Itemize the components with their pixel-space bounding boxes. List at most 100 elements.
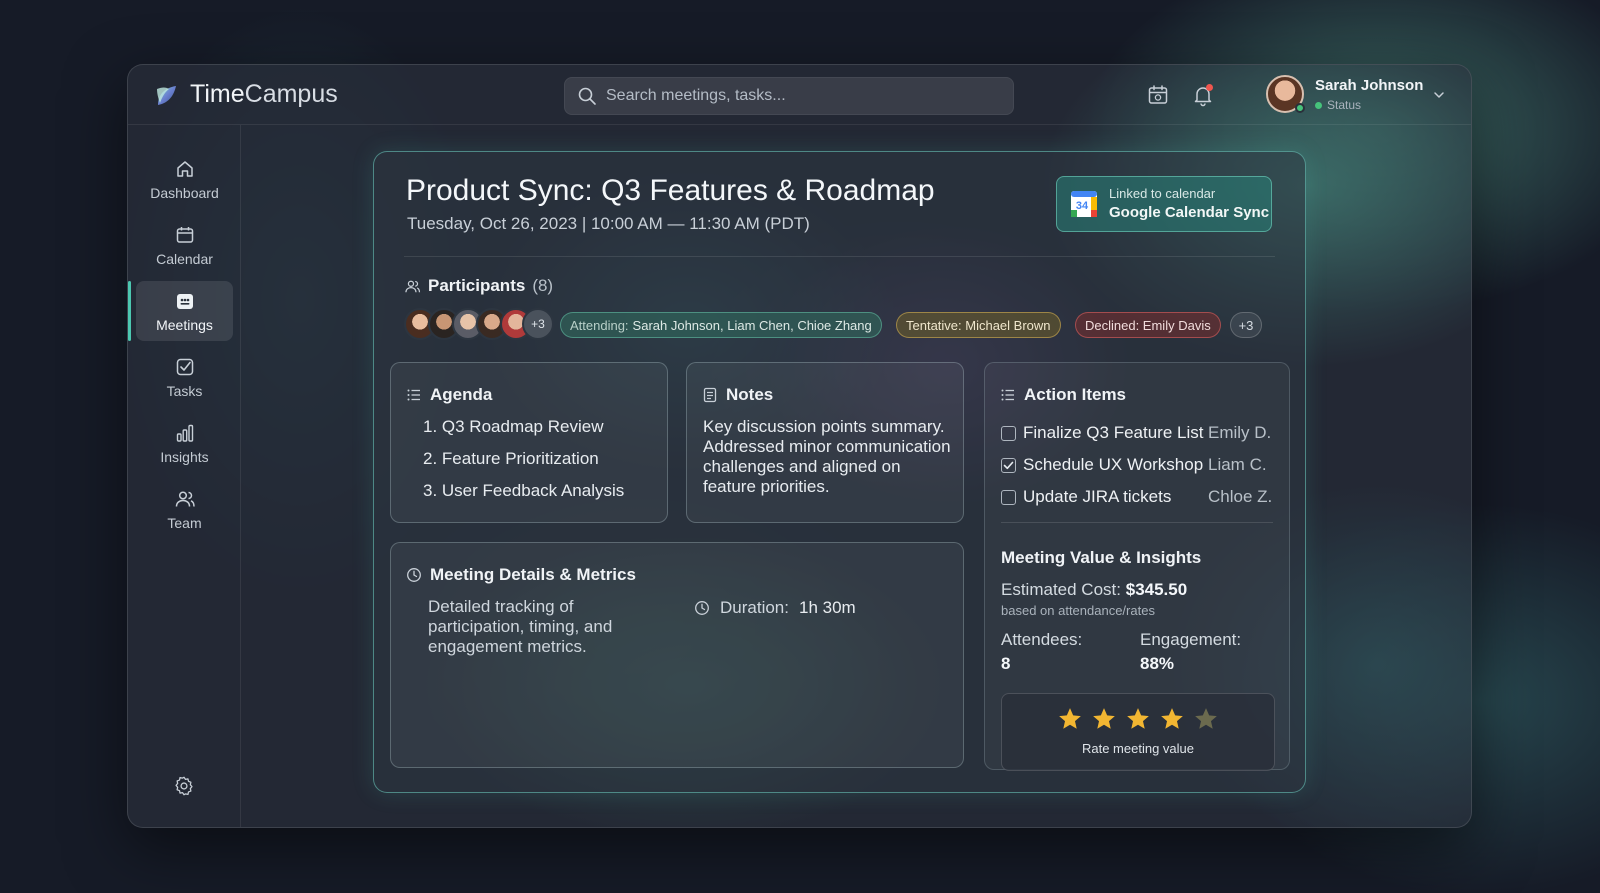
- cost-label: Estimated Cost:: [1001, 580, 1121, 599]
- app-brand[interactable]: TimeCampus: [190, 80, 338, 109]
- sidebar-item-label: Dashboard: [150, 184, 219, 201]
- tentative-pill[interactable]: Tentative: Michael Brown: [896, 312, 1061, 338]
- action-item-checkbox[interactable]: [1001, 425, 1016, 441]
- user-name: Sarah Johnson: [1315, 77, 1424, 94]
- action-items-header: Action Items: [1000, 385, 1126, 405]
- action-item-task: Finalize Q3 Feature List: [1023, 423, 1204, 442]
- attendees-value: 8: [1001, 654, 1011, 673]
- action-item-owner: Chloe Z.: [1208, 487, 1273, 506]
- star-icon[interactable]: [1159, 706, 1185, 732]
- declined-pill[interactable]: Declined: Emily Davis: [1075, 312, 1221, 338]
- action-item-row: Schedule UX Workshop Liam C.: [1001, 449, 1275, 481]
- attending-label: Attending:: [570, 317, 629, 333]
- header-divider: [404, 256, 1275, 257]
- attending-names: Sarah Johnson, Liam Chen, Chioe Zhang: [632, 317, 872, 333]
- agenda-card: Agenda 1. Q3 Roadmap Review 2. Feature P…: [390, 362, 668, 523]
- checkmark-icon: [1003, 461, 1014, 469]
- task-check-icon: [176, 358, 193, 375]
- sidebar-item-dashboard[interactable]: Dashboard: [136, 149, 233, 209]
- notes-title: Notes: [726, 385, 774, 404]
- cost-note: based on attendance/rates: [1001, 603, 1155, 618]
- clock-icon: [407, 568, 421, 582]
- meetings-icon: [176, 293, 193, 309]
- details-header: Meeting Details & Metrics: [406, 565, 636, 585]
- user-status: Status: [1315, 98, 1361, 112]
- calendar-link-caption: Linked to calendar: [1109, 186, 1216, 201]
- app-logo-icon: [157, 86, 176, 105]
- sidebar-item-meetings[interactable]: Meetings: [128, 281, 233, 341]
- details-title: Meeting Details & Metrics: [430, 565, 636, 584]
- agenda-item: 3. User Feedback Analysis: [423, 481, 625, 500]
- document-icon: [703, 387, 717, 403]
- participant-avatars[interactable]: +3: [404, 308, 564, 342]
- section-divider: [1001, 522, 1273, 523]
- sidebar-item-team[interactable]: Team: [136, 479, 233, 539]
- notifications-button[interactable]: [1191, 83, 1215, 107]
- meeting-value-title: Meeting Value & Insights: [1001, 548, 1202, 567]
- online-indicator: [1295, 103, 1305, 113]
- sidebar-item-insights[interactable]: Insights: [136, 413, 233, 473]
- notification-dot: [1206, 84, 1213, 91]
- action-item-row: Finalize Q3 Feature List Emily D.: [1001, 417, 1275, 449]
- duration-label: Duration:: [720, 598, 789, 617]
- clock-icon: [695, 601, 709, 615]
- gear-icon[interactable]: [173, 775, 195, 797]
- action-items-list: Finalize Q3 Feature List Emily D. Schedu…: [1001, 417, 1275, 513]
- agenda-item: 1. Q3 Roadmap Review: [423, 417, 604, 436]
- google-calendar-icon: 34: [1071, 191, 1097, 217]
- sidebar-item-label: Insights: [160, 448, 209, 465]
- user-menu[interactable]: Sarah Johnson Status: [1266, 75, 1451, 115]
- app-window: TimeCampus Sarah Johnson: [127, 64, 1472, 828]
- bar-chart-icon: [176, 424, 193, 442]
- star-icon[interactable]: [1057, 706, 1083, 732]
- chevron-down-icon: [1434, 92, 1444, 98]
- agenda-header: Agenda: [406, 385, 492, 405]
- engagement-label: Engagement:: [1140, 630, 1242, 649]
- duration-metric: Duration: 1h 30m: [694, 598, 856, 618]
- cost-value: $345.50: [1125, 580, 1188, 599]
- meeting-rating: Rate meeting value: [1001, 693, 1275, 771]
- calendar-schedule-icon[interactable]: [1146, 83, 1170, 107]
- search-bar[interactable]: [564, 77, 1014, 115]
- attending-pill[interactable]: Attending: Sarah Johnson, Liam Chen, Chi…: [560, 312, 882, 338]
- action-item-task: Update JIRA tickets: [1023, 487, 1172, 506]
- sidebar-item-label: Meetings: [156, 316, 213, 333]
- star-icon[interactable]: [1091, 706, 1117, 732]
- top-bar: TimeCampus Sarah Johnson: [128, 65, 1471, 125]
- action-item-task: Schedule UX Workshop: [1023, 455, 1204, 474]
- star-rating[interactable]: [1002, 706, 1274, 732]
- action-items-card: Action Items Finalize Q3 Feature List Em…: [984, 362, 1290, 771]
- search-icon: [578, 87, 596, 105]
- action-item-checkbox[interactable]: [1001, 489, 1016, 505]
- attendees-label: Attendees:: [1001, 630, 1083, 649]
- brand-name-rest: Campus: [244, 80, 338, 108]
- action-items-title: Action Items: [1024, 385, 1127, 404]
- calendar-link-title: Google Calendar Sync: [1109, 204, 1270, 221]
- notes-card: Notes Key discussion points summary. Add…: [686, 362, 964, 523]
- action-item-checkbox[interactable]: [1001, 457, 1016, 473]
- duration-value: 1h 30m: [798, 598, 856, 617]
- agenda-item: 2. Feature Prioritization: [423, 449, 599, 468]
- active-indicator: [128, 281, 131, 341]
- home-icon: [176, 160, 193, 177]
- sidebar-item-calendar[interactable]: Calendar: [136, 215, 233, 275]
- search-input[interactable]: [606, 87, 1006, 105]
- action-item-owner: Liam C.: [1208, 455, 1267, 474]
- participants-label: Participants: [428, 276, 526, 295]
- agenda-list: 1. Q3 Roadmap Review 2. Feature Prioriti…: [423, 417, 624, 513]
- action-item-owner: Emily D.: [1208, 423, 1272, 442]
- action-item-row: Update JIRA tickets Chloe Z.: [1001, 481, 1275, 513]
- sidebar-item-label: Calendar: [156, 250, 213, 267]
- star-icon[interactable]: [1193, 706, 1219, 732]
- google-calendar-sync-button[interactable]: 34 Linked to calendar Google Calendar Sy…: [1056, 176, 1272, 232]
- meeting-card: Product Sync: Q3 Features & Roadmap Tues…: [373, 151, 1306, 793]
- more-status-pill[interactable]: +3: [1230, 312, 1262, 338]
- user-status-label: Status: [1327, 98, 1362, 112]
- rating-label: Rate meeting value: [1081, 741, 1194, 756]
- engagement-value: 88%: [1140, 654, 1175, 673]
- star-icon[interactable]: [1125, 706, 1151, 732]
- sidebar-item-tasks[interactable]: Tasks: [136, 347, 233, 407]
- calendar-day-number: 34: [1076, 200, 1089, 212]
- calendar-icon: [176, 226, 193, 243]
- meeting-title: Product Sync: Q3 Features & Roadmap: [406, 174, 935, 207]
